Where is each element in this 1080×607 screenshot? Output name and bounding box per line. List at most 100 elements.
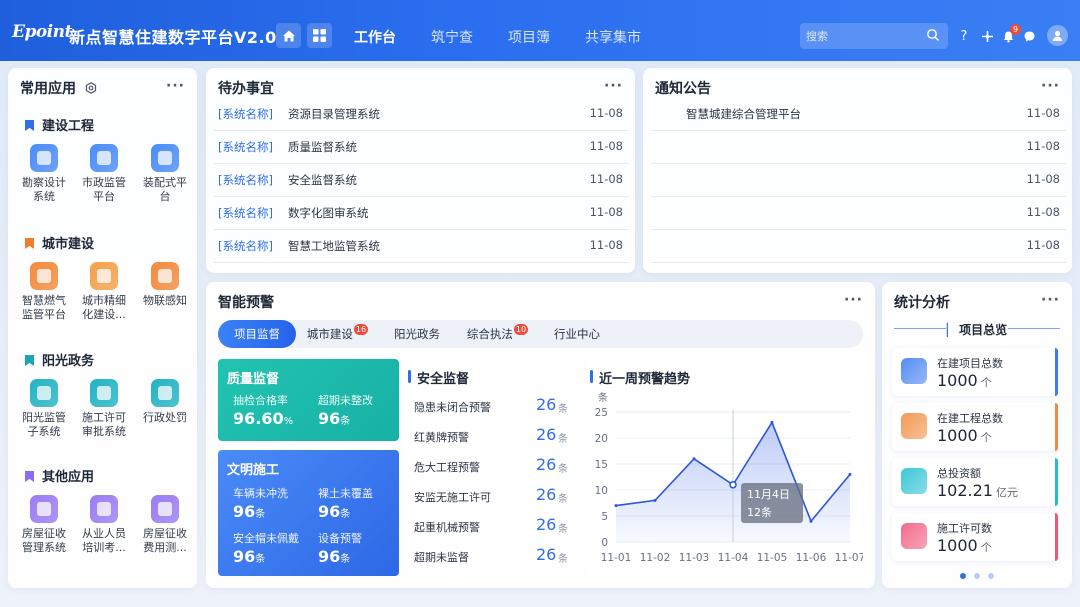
todo-row[interactable]: [系统名称] 质量监督系统 11-08 bbox=[214, 131, 629, 164]
notice-row[interactable]: 11-08 bbox=[651, 131, 1066, 164]
carousel-dot-active[interactable] bbox=[960, 573, 966, 579]
notice-row[interactable]: 11-08 bbox=[651, 230, 1066, 263]
weekly-trend-chart[interactable]: 条 0 5 10 15 20 25 11-01 11-02 11-03 11-04 11-05 11-0… bbox=[588, 359, 863, 576]
carousel-dot[interactable] bbox=[973, 573, 980, 579]
chart-point[interactable] bbox=[614, 504, 618, 508]
todo-row[interactable]: [系统名称] 智慧工地监管系统 11-08 bbox=[214, 230, 629, 263]
todo-system-tag[interactable]: [系统名称] bbox=[218, 106, 273, 122]
statistics-more-button[interactable]: ··· bbox=[1041, 292, 1060, 308]
stat-item[interactable]: 总投资额 102.21 亿元 bbox=[892, 458, 1058, 506]
app-item[interactable]: 房屋征收 费用测... bbox=[134, 495, 196, 555]
flag-icon bbox=[25, 238, 34, 249]
nav-zhuning-search[interactable]: 筑宁查 bbox=[431, 27, 473, 47]
building-icon bbox=[90, 262, 118, 290]
search-input[interactable] bbox=[806, 26, 921, 46]
settings-icon[interactable] bbox=[979, 28, 995, 44]
chart-point[interactable] bbox=[653, 498, 657, 502]
warning-tab[interactable]: 阳光政务 bbox=[378, 320, 456, 348]
todo-row[interactable]: [系统名称] 资源目录管理系统 11-08 bbox=[214, 98, 629, 131]
app-item[interactable]: 勘察设计 系统 bbox=[13, 144, 75, 204]
notice-more-button[interactable]: ··· bbox=[1041, 78, 1060, 94]
todo-more-button[interactable]: ··· bbox=[604, 78, 623, 94]
notice-name[interactable]: 智慧城建综合管理平台 bbox=[686, 106, 801, 122]
bare-soil-label: 裸土未覆盖 bbox=[318, 487, 373, 500]
app-label-line1: 房屋征收 bbox=[22, 527, 66, 540]
carousel-dot[interactable] bbox=[987, 573, 994, 579]
chart-point[interactable] bbox=[770, 420, 774, 424]
warning-tab[interactable]: 城市建设 16 bbox=[298, 320, 376, 348]
todo-name[interactable]: 数字化图审系统 bbox=[288, 205, 369, 221]
app-item[interactable]: 施工许可 审批系统 bbox=[73, 379, 135, 439]
stat-item[interactable]: 在建项目总数 1000 个 bbox=[892, 348, 1058, 396]
vehicle-wash-value: 96 bbox=[233, 502, 256, 521]
stat-accent-bar bbox=[1055, 348, 1058, 396]
subtitle-marker: ▏ bbox=[946, 323, 957, 337]
app-item[interactable]: 房屋征收 管理系统 bbox=[13, 495, 75, 555]
app-item[interactable]: 智慧燃气 监管平台 bbox=[13, 262, 75, 322]
safety-warning-row[interactable]: 超期未监督 26 条 bbox=[414, 541, 574, 571]
app-item[interactable]: 城市精细 化建设... bbox=[73, 262, 135, 322]
gear-icon[interactable] bbox=[85, 82, 97, 94]
nav-share-market[interactable]: 共享集市 bbox=[585, 27, 641, 47]
safety-warning-row[interactable]: 隐患未闭合预警 26 条 bbox=[414, 391, 574, 421]
chart-point[interactable] bbox=[692, 457, 696, 461]
help-icon[interactable]: ? bbox=[956, 28, 972, 44]
common-apps-panel: 常用应用 ··· 建设工程 勘察设计 系统 市政监管 平台 装配式平台城市建设 智慧燃气 监管… bbox=[8, 68, 197, 588]
chart-point[interactable] bbox=[848, 472, 852, 476]
app-item[interactable]: 从业人员 培训考... bbox=[73, 495, 135, 555]
smart-warning-more-button[interactable]: ··· bbox=[844, 292, 863, 308]
apps-grid-button[interactable] bbox=[307, 23, 332, 48]
warning-tab[interactable]: 项目监督 bbox=[218, 320, 296, 348]
epoint-logo[interactable]: Epoint bbox=[12, 22, 72, 42]
todo-system-tag[interactable]: [系统名称] bbox=[218, 172, 273, 188]
todo-system-tag[interactable]: [系统名称] bbox=[218, 205, 273, 221]
quality-supervision-box[interactable]: 质量监督 抽检合格率 96.60% 超期未整改 96条 bbox=[218, 359, 399, 441]
quality-title: 质量监督 bbox=[227, 372, 280, 387]
todo-name[interactable]: 资源目录管理系统 bbox=[288, 106, 380, 122]
app-label-line1: 阳光监管 bbox=[22, 411, 66, 424]
vehicle-wash-unit: 条 bbox=[255, 509, 266, 520]
chart-hover-point[interactable] bbox=[729, 481, 737, 489]
app-label-line2: 化建设... bbox=[82, 308, 126, 321]
warning-tab-label: 行业中心 bbox=[554, 327, 600, 341]
home-icon bbox=[282, 30, 295, 41]
common-apps-more-button[interactable]: ··· bbox=[166, 78, 185, 94]
common-apps-title-text: 常用应用 bbox=[20, 81, 76, 97]
user-avatar[interactable] bbox=[1047, 25, 1068, 46]
app-item[interactable]: 物联感知 bbox=[134, 262, 196, 308]
statistics-title: 统计分析 bbox=[894, 295, 950, 311]
safety-warning-row[interactable]: 危大工程预警 26 条 bbox=[414, 451, 574, 481]
warning-tab[interactable]: 综合执法 10 bbox=[458, 320, 536, 348]
todo-row[interactable]: [系统名称] 安全监督系统 11-08 bbox=[214, 164, 629, 197]
safety-warning-row[interactable]: 红黄牌预警 26 条 bbox=[414, 421, 574, 451]
civil-construction-box[interactable]: 文明施工 车辆未冲洗 96条 裸土未覆盖 96条 安全帽未佩戴 96条 设备预警… bbox=[218, 450, 399, 576]
nav-workbench[interactable]: 工作台 bbox=[354, 27, 396, 47]
warning-tab[interactable]: 行业中心 bbox=[538, 320, 616, 348]
notice-date: 11-08 bbox=[1026, 172, 1060, 186]
message-icon[interactable] bbox=[1021, 28, 1037, 44]
safety-warning-row[interactable]: 安监无施工许可 26 条 bbox=[414, 481, 574, 511]
app-item[interactable]: 市政监管 平台 bbox=[73, 144, 135, 204]
todo-system-tag[interactable]: [系统名称] bbox=[218, 139, 273, 155]
wallet-icon bbox=[901, 468, 927, 494]
todo-name[interactable]: 智慧工地监管系统 bbox=[288, 238, 380, 254]
notice-row[interactable]: 智慧城建综合管理平台 11-08 bbox=[651, 98, 1066, 131]
todo-row[interactable]: [系统名称] 数字化图审系统 11-08 bbox=[214, 197, 629, 230]
todo-name[interactable]: 质量监督系统 bbox=[288, 139, 357, 155]
notice-row[interactable]: 11-08 bbox=[651, 164, 1066, 197]
safety-warning-row[interactable]: 起重机械预警 26 条 bbox=[414, 511, 574, 541]
nav-project-book[interactable]: 项目簿 bbox=[508, 27, 550, 47]
stat-item[interactable]: 在建工程总数 1000 个 bbox=[892, 403, 1058, 451]
stat-item[interactable]: 施工许可数 1000 个 bbox=[892, 513, 1058, 561]
todo-name[interactable]: 安全监督系统 bbox=[288, 172, 357, 188]
notice-row[interactable]: 11-08 bbox=[651, 197, 1066, 230]
app-item[interactable]: 阳光监管 子系统 bbox=[13, 379, 75, 439]
chart-tooltip-value: 12条 bbox=[747, 505, 772, 519]
search-icon[interactable] bbox=[926, 28, 940, 42]
todo-system-tag[interactable]: [系统名称] bbox=[218, 238, 273, 254]
app-item[interactable]: 装配式平台 bbox=[134, 144, 196, 204]
app-item[interactable]: 行政处罚 bbox=[134, 379, 196, 425]
app-group-name: 城市建设 bbox=[42, 237, 95, 252]
home-button[interactable] bbox=[276, 23, 301, 48]
chart-point[interactable] bbox=[809, 519, 813, 523]
